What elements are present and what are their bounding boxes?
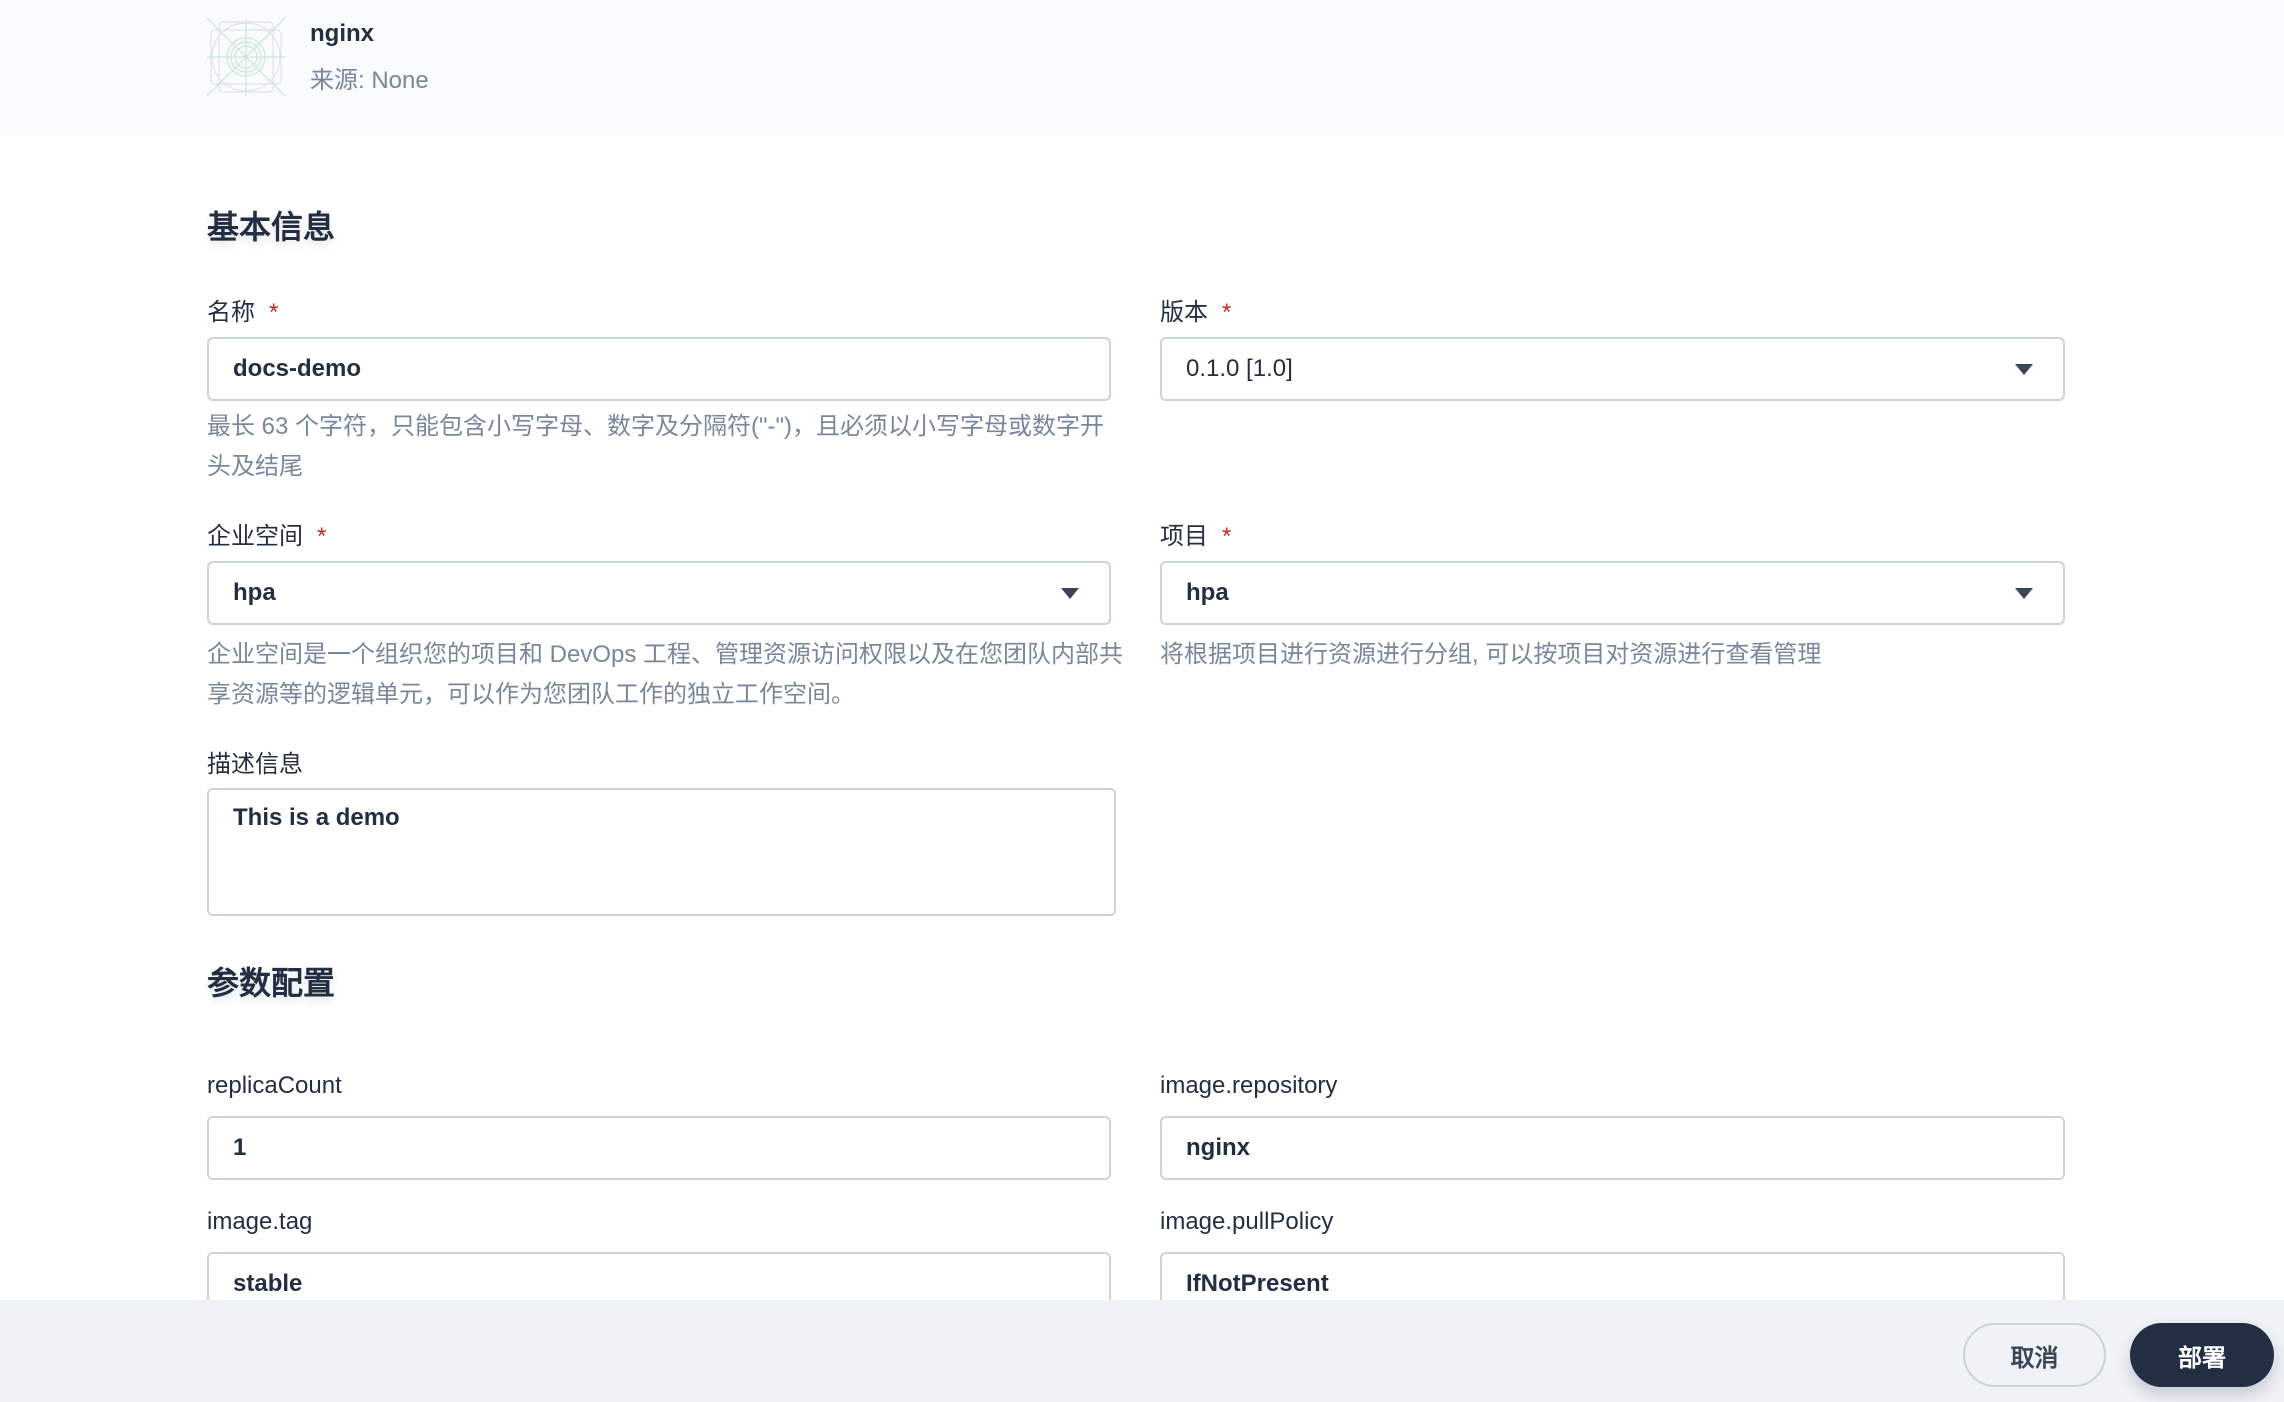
deploy-button[interactable]: 部署 [2130,1323,2274,1387]
workspace-select[interactable]: hpa [207,561,1111,625]
app-source: 来源: None [310,67,429,94]
name-label: 名称 * [207,299,279,326]
required-mark: * [1222,299,1232,326]
param-label-image-pullpolicy: image.pullPolicy [1160,1208,1334,1235]
image-repository-input[interactable]: nginx [1160,1116,2065,1180]
replicacount-input[interactable]: 1 [207,1116,1111,1180]
param-label-replicacount: replicaCount [207,1072,342,1099]
basic-info-title: 基本信息 [207,209,336,245]
description-label: 描述信息 [207,751,303,778]
description-textarea[interactable]: This is a demo [207,788,1116,916]
name-help-text: 最长 63 个字符，只能包含小写字母、数字及分隔符("-")，且必须以小写字母或… [207,413,1105,480]
required-mark: * [1222,523,1232,550]
caret-down-icon [2015,588,2033,599]
caret-down-icon [2015,364,2033,375]
project-help-text: 将根据项目进行资源进行分组, 可以按项目对资源进行查看管理 [1160,641,1822,668]
param-label-image-tag: image.tag [207,1208,313,1235]
params-config-title: 参数配置 [207,965,336,1001]
app-header: nginx 来源: None [0,0,2284,136]
workspace-help-text: 企业空间是一个组织您的项目和 DevOps 工程、管理资源访问权限以及在您团队内… [207,641,1124,708]
cancel-button[interactable]: 取消 [1963,1323,2106,1387]
project-select[interactable]: hpa [1160,561,2065,625]
param-label-image-repository: image.repository [1160,1072,1338,1099]
caret-down-icon [1061,588,1079,599]
required-mark: * [317,523,327,550]
image-tag-input[interactable]: stable [207,1252,1111,1300]
project-label: 项目 * [1160,523,1232,550]
image-pullpolicy-input[interactable]: IfNotPresent [1160,1252,2065,1300]
footer-bar: 取消 部署 [0,1300,2284,1402]
required-mark: * [269,299,279,326]
app-placeholder-icon [207,18,285,96]
version-label: 版本 * [1160,299,1232,326]
name-input[interactable]: docs-demo [207,337,1111,401]
deploy-form: 基本信息 名称 * docs-demo 最长 63 个字符，只能包含小写字母、数字… [0,136,2284,1300]
version-select[interactable]: 0.1.0 [1.0] [1160,337,2065,401]
workspace-label: 企业空间 * [207,523,327,550]
app-name: nginx [310,20,374,47]
